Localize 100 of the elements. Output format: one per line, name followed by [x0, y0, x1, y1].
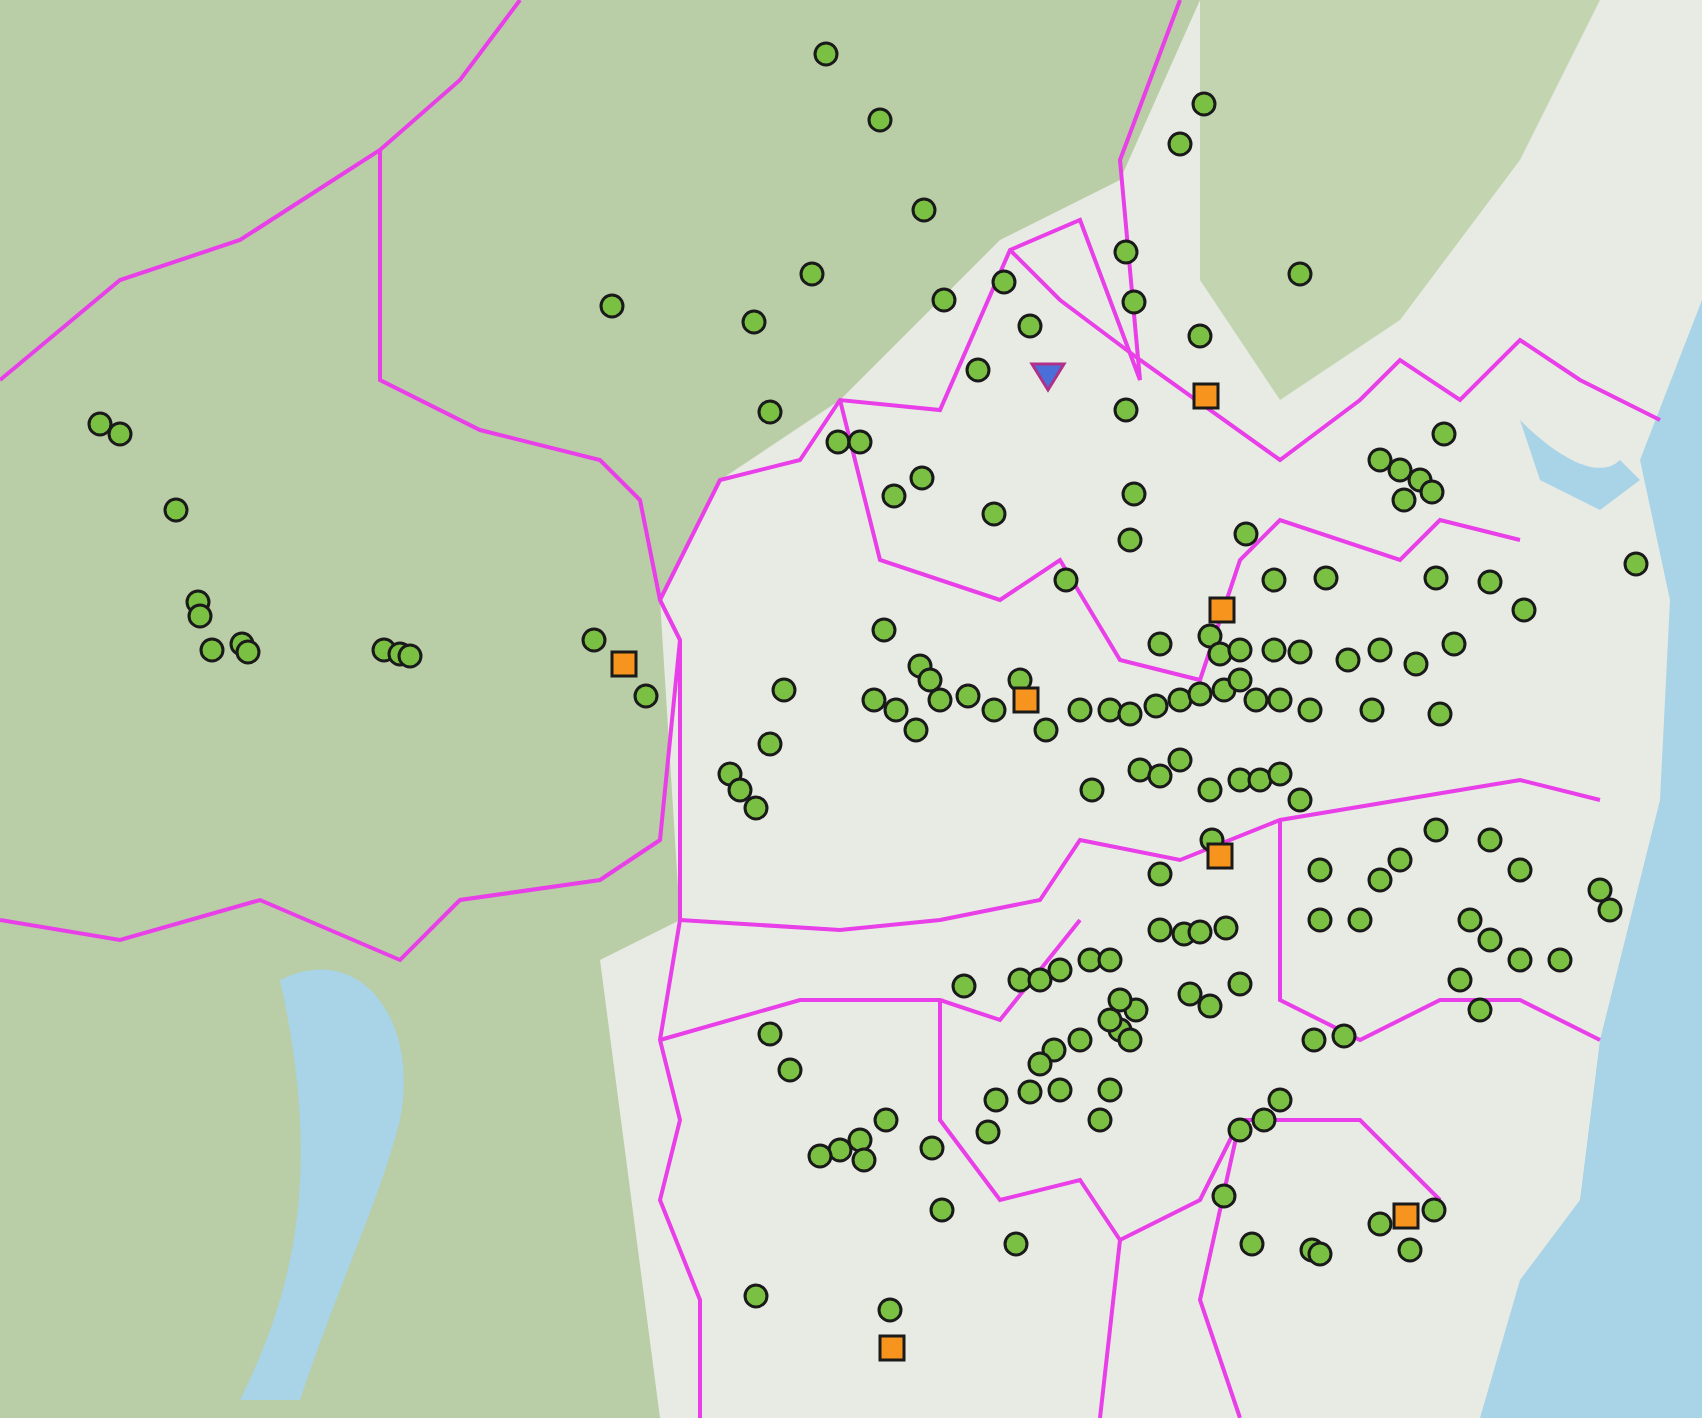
site-marker[interactable] [771, 677, 797, 703]
site-marker[interactable] [825, 429, 851, 455]
site-marker[interactable] [1187, 323, 1213, 349]
site-marker[interactable] [1121, 481, 1147, 507]
site-marker[interactable] [743, 1283, 769, 1309]
site-marker[interactable] [931, 287, 957, 313]
site-marker[interactable] [1261, 637, 1287, 663]
site-marker[interactable] [1597, 897, 1623, 923]
site-marker[interactable] [1247, 767, 1273, 793]
site-marker[interactable] [917, 667, 943, 693]
site-marker[interactable] [1033, 717, 1059, 743]
site-marker[interactable] [1107, 987, 1133, 1013]
site-marker[interactable] [1287, 261, 1313, 287]
site-marker[interactable] [1227, 637, 1253, 663]
site-marker[interactable] [909, 465, 935, 491]
site-marker[interactable] [777, 1057, 803, 1083]
site-marker[interactable] [1367, 867, 1393, 893]
site-marker[interactable] [1397, 1237, 1423, 1263]
site-marker[interactable] [1267, 761, 1293, 787]
site-marker[interactable] [727, 777, 753, 803]
site-marker[interactable] [1507, 947, 1533, 973]
site-marker[interactable] [1027, 1051, 1053, 1077]
site-marker[interactable] [743, 795, 769, 821]
site-marker[interactable] [1117, 1027, 1143, 1053]
site-marker[interactable] [1587, 877, 1613, 903]
site-marker[interactable] [1511, 597, 1537, 623]
site-marker[interactable] [847, 429, 873, 455]
site-marker[interactable] [1477, 827, 1503, 853]
site-marker[interactable] [1313, 565, 1339, 591]
site-marker[interactable] [1207, 641, 1233, 667]
site-marker[interactable] [883, 697, 909, 723]
site-marker[interactable] [1147, 631, 1173, 657]
site-marker[interactable] [1387, 457, 1413, 483]
site-marker[interactable] [1097, 1077, 1123, 1103]
site-marker[interactable] [1197, 623, 1223, 649]
site-marker[interactable] [1359, 697, 1385, 723]
site-marker[interactable] [1423, 565, 1449, 591]
site-marker[interactable] [1307, 907, 1333, 933]
site-marker[interactable] [1177, 981, 1203, 1007]
site-marker[interactable] [991, 269, 1017, 295]
site-marker[interactable] [827, 1137, 853, 1163]
square-marker[interactable] [1206, 842, 1234, 870]
site-marker[interactable] [1143, 693, 1169, 719]
site-marker[interactable] [199, 637, 225, 663]
site-marker[interactable] [1243, 687, 1269, 713]
site-marker[interactable] [1251, 1107, 1277, 1133]
site-marker[interactable] [1367, 637, 1393, 663]
site-marker[interactable] [1477, 927, 1503, 953]
site-marker[interactable] [871, 617, 897, 643]
site-marker[interactable] [1547, 947, 1573, 973]
square-marker[interactable] [1192, 382, 1220, 410]
site-marker[interactable] [881, 483, 907, 509]
site-marker[interactable] [1441, 631, 1467, 657]
triangle-marker[interactable] [1029, 362, 1067, 393]
site-marker[interactable] [741, 309, 767, 335]
site-marker[interactable] [1117, 701, 1143, 727]
site-marker[interactable] [1297, 697, 1323, 723]
site-marker[interactable] [1097, 1007, 1123, 1033]
site-marker[interactable] [1419, 479, 1445, 505]
site-marker[interactable] [1387, 847, 1413, 873]
site-marker[interactable] [1047, 1077, 1073, 1103]
site-marker[interactable] [1331, 1023, 1357, 1049]
site-marker[interactable] [1261, 567, 1287, 593]
site-marker[interactable] [1227, 667, 1253, 693]
site-marker[interactable] [633, 683, 659, 709]
site-marker[interactable] [1079, 777, 1105, 803]
site-marker[interactable] [807, 1143, 833, 1169]
site-marker[interactable] [107, 421, 133, 447]
square-marker[interactable] [610, 650, 638, 678]
site-marker[interactable] [187, 603, 213, 629]
site-marker[interactable] [1477, 569, 1503, 595]
site-marker[interactable] [927, 687, 953, 713]
site-marker[interactable] [1167, 747, 1193, 773]
site-marker[interactable] [1097, 947, 1123, 973]
site-marker[interactable] [983, 1087, 1009, 1113]
site-marker[interactable] [1233, 521, 1259, 547]
site-marker[interactable] [1367, 447, 1393, 473]
site-marker[interactable] [1147, 763, 1173, 789]
site-marker[interactable] [1457, 907, 1483, 933]
square-marker[interactable] [1392, 1202, 1420, 1230]
site-marker[interactable] [1307, 857, 1333, 883]
site-marker[interactable] [799, 261, 825, 287]
site-marker[interactable] [1347, 907, 1373, 933]
site-marker[interactable] [1047, 957, 1073, 983]
site-marker[interactable] [1267, 687, 1293, 713]
site-marker[interactable] [1087, 1107, 1113, 1133]
site-marker[interactable] [1211, 1183, 1237, 1209]
site-marker[interactable] [951, 973, 977, 999]
site-marker[interactable] [919, 1135, 945, 1161]
site-marker[interactable] [1121, 289, 1147, 315]
site-marker[interactable] [1017, 313, 1043, 339]
site-marker[interactable] [1003, 1231, 1029, 1257]
site-marker[interactable] [757, 399, 783, 425]
site-marker[interactable] [911, 197, 937, 223]
site-marker[interactable] [1391, 487, 1417, 513]
site-marker[interactable] [1431, 421, 1457, 447]
site-marker[interactable] [397, 643, 423, 669]
site-marker[interactable] [1239, 1231, 1265, 1257]
site-marker[interactable] [1197, 777, 1223, 803]
site-marker[interactable] [757, 1021, 783, 1047]
